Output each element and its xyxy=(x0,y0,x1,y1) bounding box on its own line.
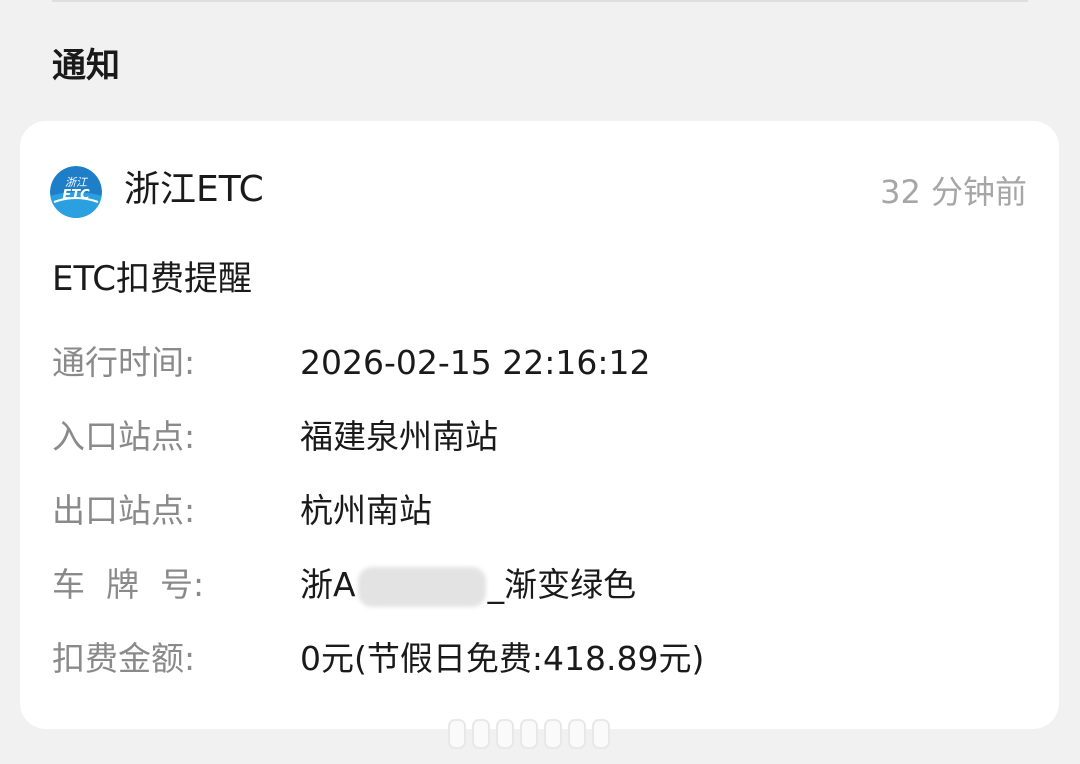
field-value: 福建泉州南站 xyxy=(300,417,498,456)
field-label: 通行时间: xyxy=(52,343,196,382)
plate-redaction-blur xyxy=(357,566,486,607)
page-dot xyxy=(568,719,586,749)
app-name: 浙江ETC xyxy=(124,169,264,210)
page-dot xyxy=(544,719,562,749)
notification-timestamp: 32 分钟前 xyxy=(880,173,1027,211)
field-label: 出口站点: xyxy=(52,491,196,530)
section-title: 通知 xyxy=(52,46,120,86)
page-dot xyxy=(592,719,610,749)
notification-card[interactable]: 浙江 ETC 浙江ETC 32 分钟前 ETC扣费提醒 通行时间: 2026-0… xyxy=(20,121,1059,729)
page-dot xyxy=(496,719,514,749)
plate-suffix: _渐变绿色 xyxy=(487,565,637,604)
page-dot xyxy=(448,719,466,749)
plate-prefix: 浙A xyxy=(300,565,356,604)
page-indicator xyxy=(448,716,610,752)
page-dot xyxy=(472,719,490,749)
field-label: 车 牌 号: xyxy=(52,565,205,604)
zhejiang-etc-logo-icon: 浙江 ETC xyxy=(50,166,102,218)
field-value: 杭州南站 xyxy=(300,491,432,530)
field-label: 扣费金额: xyxy=(52,639,196,678)
page-dot xyxy=(520,719,538,749)
notification-title: ETC扣费提醒 xyxy=(52,259,252,299)
top-divider xyxy=(52,0,1028,2)
field-value-plate: 浙A _渐变绿色 xyxy=(300,562,636,608)
field-label: 入口站点: xyxy=(52,417,196,456)
logo-text-etc: ETC xyxy=(62,188,90,203)
field-value: 0元(节假日免费:418.89元) xyxy=(300,639,705,678)
field-value: 2026-02-15 22:16:12 xyxy=(300,343,651,382)
